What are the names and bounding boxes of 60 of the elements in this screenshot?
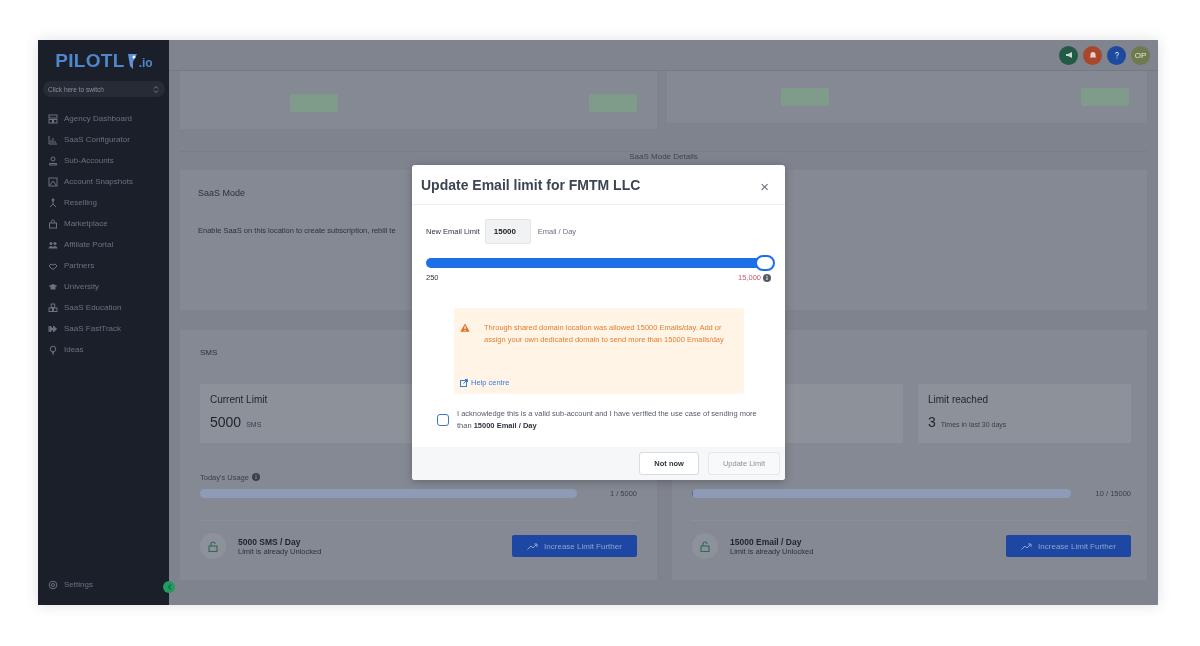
trend-up-icon: [527, 542, 539, 550]
plan-title: 5000 SMS / Day: [238, 536, 302, 547]
dashboard-icon: [48, 113, 58, 124]
users-icon: [48, 239, 58, 250]
close-button[interactable]: ×: [760, 179, 769, 194]
lightbulb-icon: [48, 344, 58, 355]
stat-value: 5000: [210, 414, 242, 430]
section-title: SMS: [200, 348, 219, 358]
announcement-button[interactable]: [1059, 45, 1078, 65]
logo-text: PILOTL: [55, 50, 125, 72]
bell-icon: [1088, 51, 1097, 59]
dialog-title: Update Email limit for FMTM LLC: [421, 176, 641, 193]
notifications-button[interactable]: [1083, 45, 1102, 65]
sidebar-item[interactable]: SaaS Education: [43, 297, 165, 318]
acknowledge-checkbox[interactable]: [437, 414, 449, 426]
logo-suffix: .io: [138, 56, 153, 70]
sidebar-item[interactable]: Partners: [43, 255, 165, 276]
graduation-cap-icon: [48, 281, 58, 292]
fast-forward-icon: [48, 323, 58, 334]
bar-chart-icon: [48, 134, 58, 145]
info-icon: [763, 273, 771, 282]
sidebar-item[interactable]: Agency Dashboard: [43, 108, 165, 129]
hierarchy-icon: [48, 197, 58, 208]
sidebar-item[interactable]: Account Snapshots: [43, 171, 165, 192]
user-icon: [48, 155, 58, 166]
sidebar-item[interactable]: Marketplace: [43, 213, 165, 234]
info-icon: [251, 473, 260, 481]
warning-icon: [460, 323, 470, 332]
sidebar-item[interactable]: Ideas: [43, 339, 165, 360]
card-title: SaaS Mode: [198, 188, 246, 198]
trend-up-icon: [1021, 542, 1033, 550]
question-icon: [1112, 51, 1121, 59]
sidebar-item[interactable]: Affiliate Portal: [43, 234, 165, 255]
sidebar-item[interactable]: University: [43, 276, 165, 297]
gear-icon: [48, 579, 58, 590]
sidebar-item[interactable]: SaaS Configurator: [43, 129, 165, 150]
external-link-icon: [460, 378, 468, 387]
help-button[interactable]: [1107, 45, 1126, 65]
stat-value: 3: [928, 414, 936, 430]
limit-input-field[interactable]: 15000: [484, 219, 531, 244]
increase-limit-button[interactable]: Increase Limit Further: [512, 535, 637, 557]
chevron-left-icon: [166, 584, 172, 590]
sidebar-item[interactable]: SaaS FastTrack: [43, 318, 165, 339]
stat-label: Current Limit: [210, 394, 269, 405]
slider-thumb[interactable]: [755, 255, 775, 271]
unlocked-icon: [700, 540, 710, 552]
stat-label: Limit reached: [928, 394, 990, 405]
sidebar-item[interactable]: Settings: [43, 574, 165, 595]
chevron-updown-icon: [153, 84, 159, 94]
user-avatar[interactable]: OP: [1131, 45, 1150, 65]
limit-slider[interactable]: [426, 255, 773, 271]
increase-limit-button[interactable]: Increase Limit Further: [1006, 535, 1131, 557]
unlocked-icon: [208, 540, 218, 552]
sidebar-item[interactable]: Sub-Accounts: [43, 150, 165, 171]
sidebar-item[interactable]: Reselling: [43, 192, 165, 213]
cubes-icon: [48, 302, 58, 313]
image-icon: [48, 176, 58, 187]
megaphone-icon: [1064, 51, 1073, 59]
plan-title: 15000 Email / Day: [730, 536, 803, 547]
bag-icon: [48, 218, 58, 229]
